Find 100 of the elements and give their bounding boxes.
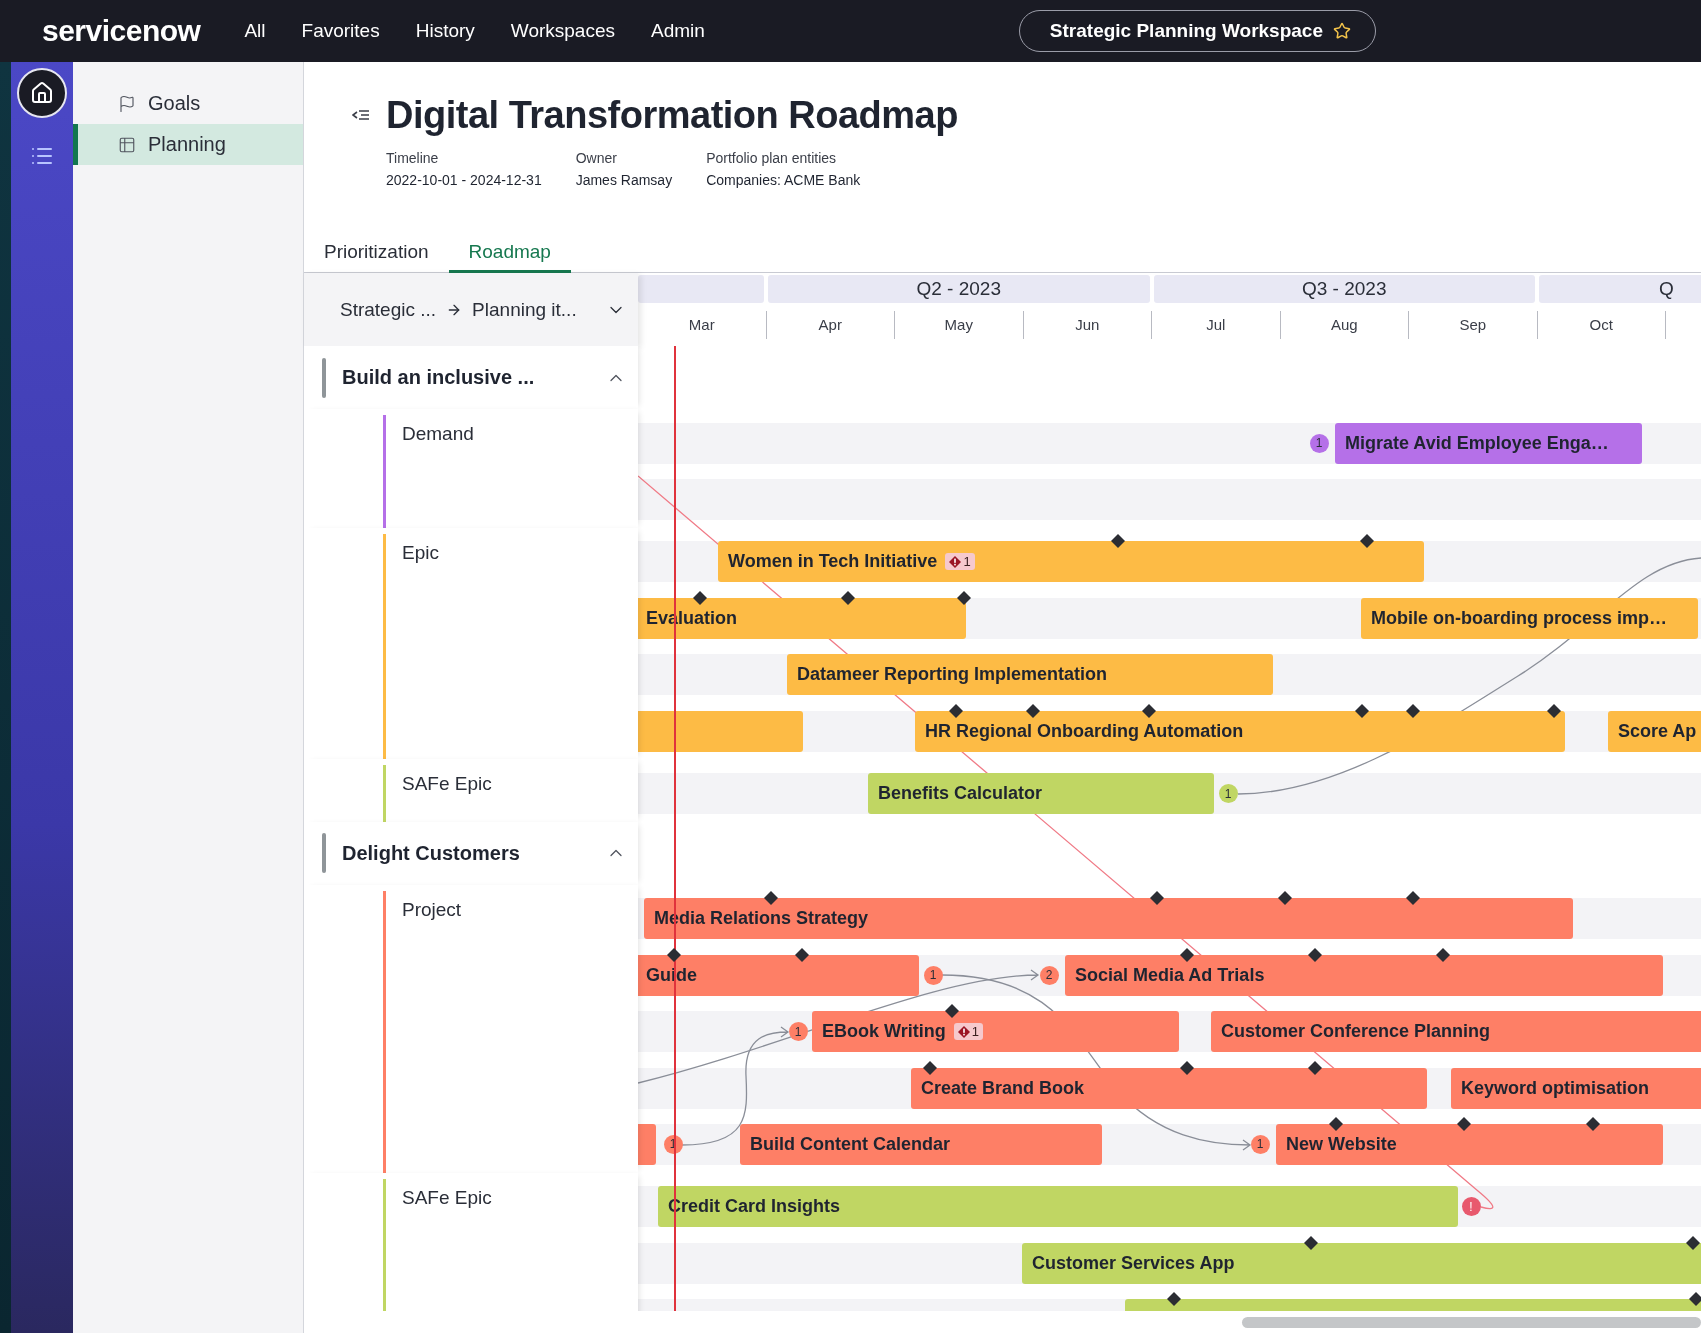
milestone-icon[interactable] xyxy=(1026,703,1040,718)
milestone-icon[interactable] xyxy=(1355,703,1369,718)
timeline-bar[interactable]: Benefits Calculator xyxy=(868,773,1214,815)
milestone-icon[interactable] xyxy=(841,590,855,605)
timeline-bar[interactable]: EBook Writing 1 xyxy=(812,1011,1179,1053)
milestone-icon[interactable] xyxy=(1406,703,1420,718)
milestone-icon[interactable] xyxy=(1167,1292,1181,1307)
timeline-bar[interactable]: Datameer Reporting Implementation xyxy=(787,654,1273,696)
quarter-header-cell: Q xyxy=(1539,275,1701,303)
group-title: Delight Customers xyxy=(342,841,521,865)
section-type-label: Project xyxy=(402,898,462,920)
milestone-icon[interactable] xyxy=(1180,947,1194,962)
section-type-label: Epic xyxy=(402,541,439,563)
dependency-count-badge[interactable]: 2 xyxy=(1039,965,1059,985)
top-menu-link[interactable]: Favorites xyxy=(301,20,380,42)
month-header: Jun xyxy=(1023,310,1152,339)
hierarchy-to: Planning it... xyxy=(472,298,577,321)
meta-value: 2022-10-01 - 2024-12-31 xyxy=(386,171,542,190)
milestone-icon[interactable] xyxy=(923,1060,937,1075)
milestone-icon[interactable] xyxy=(667,947,681,962)
milestone-icon[interactable] xyxy=(1142,703,1156,718)
quarter-header-cell: Q3 - 2023 xyxy=(1153,275,1535,303)
milestone-icon[interactable] xyxy=(957,590,971,605)
top-menu-link[interactable]: Workspaces xyxy=(510,20,615,42)
dependency-count-badge[interactable]: 1 xyxy=(1250,1135,1270,1154)
nav-item[interactable]: Planning xyxy=(73,124,303,165)
dependency-count-badge[interactable]: 1 xyxy=(1309,433,1329,453)
milestone-icon[interactable] xyxy=(1111,534,1125,549)
timeline-bar[interactable]: New Website xyxy=(1276,1124,1663,1165)
warning-diamond-icon xyxy=(949,555,962,568)
month-header: Jul xyxy=(1152,310,1281,339)
risk-count: 1 xyxy=(971,1024,979,1040)
dependency-count-badge[interactable]: 1 xyxy=(923,965,943,985)
timeline-bar[interactable]: Social Media Ad Trials xyxy=(1065,954,1663,996)
month-header: Apr xyxy=(766,310,895,339)
milestone-icon[interactable] xyxy=(693,590,707,605)
timeline-bar[interactable]: Keyword optimisation xyxy=(1451,1067,1701,1109)
milestone-icon[interactable] xyxy=(1360,534,1374,549)
collapse-icon[interactable] xyxy=(352,108,370,122)
dependency-count-badge[interactable]: 1 xyxy=(788,1022,808,1042)
milestone-icon[interactable] xyxy=(1686,1235,1700,1250)
hierarchy-from: Strategic ... xyxy=(340,298,437,321)
home-button[interactable] xyxy=(17,68,67,118)
milestone-icon[interactable] xyxy=(1547,703,1561,718)
risk-count: 1 xyxy=(963,554,971,570)
home-icon xyxy=(30,81,54,105)
milestone-icon[interactable] xyxy=(1329,1117,1343,1131)
timeline-bar[interactable]: Customer Conference Planning xyxy=(1211,1011,1701,1053)
nav-item-label: Goals xyxy=(148,92,201,115)
tab[interactable]: Prioritization xyxy=(304,233,449,273)
top-menu-link[interactable]: History xyxy=(415,20,475,42)
quarter-header-cell: Q2 - 2023 xyxy=(768,275,1150,303)
meta-value: James Ramsay xyxy=(575,171,673,190)
logo[interactable]: servicenow xyxy=(42,14,201,48)
milestone-icon[interactable] xyxy=(1180,1060,1194,1075)
section-type-label: SAFe Epic xyxy=(402,773,492,795)
horizontal-scrollbar[interactable] xyxy=(1242,1316,1701,1328)
timeline-bar[interactable]: Migrate Avid Employee Enga… xyxy=(1335,422,1642,464)
nav-item[interactable]: Goals xyxy=(73,83,303,124)
milestone-icon[interactable] xyxy=(1304,1235,1318,1250)
month-header: Oct xyxy=(1537,310,1666,339)
meta-value: Companies: ACME Bank xyxy=(706,171,861,190)
month-header: Mar xyxy=(638,310,767,339)
timeline-bar[interactable]: Score Ap xyxy=(1608,710,1701,752)
milestone-icon[interactable] xyxy=(1278,891,1292,906)
timeline-bar[interactable]: Mobile on-boarding process imp… xyxy=(1361,597,1698,639)
nav-item-label: Planning xyxy=(148,133,226,156)
table-icon xyxy=(118,135,136,154)
top-menu-link[interactable]: Admin xyxy=(651,20,705,42)
milestone-icon[interactable] xyxy=(795,947,809,962)
meta-label: Timeline xyxy=(386,149,440,168)
milestone-icon[interactable] xyxy=(1406,891,1420,906)
milestone-icon[interactable] xyxy=(1689,1292,1701,1307)
timeline-bar[interactable]: Customer Services App xyxy=(1022,1242,1701,1284)
milestone-icon[interactable] xyxy=(945,1004,959,1019)
hierarchy-dropdown[interactable]: Strategic ... Planning it... xyxy=(304,273,638,346)
milestone-icon[interactable] xyxy=(1457,1117,1471,1131)
section-type-label: SAFe Epic xyxy=(402,1186,492,1208)
flag-icon xyxy=(118,94,136,113)
top-menu-link[interactable]: All xyxy=(244,20,266,42)
dependency-count-badge[interactable]: 1 xyxy=(1218,784,1238,804)
month-header: Sep xyxy=(1409,310,1538,339)
timeline-bar[interactable]: Women in Tech Initiative 1 xyxy=(718,541,1424,583)
milestone-icon[interactable] xyxy=(1308,1060,1322,1075)
milestone-icon[interactable] xyxy=(764,891,778,906)
timeline-bar[interactable]: Build Content Calendar xyxy=(740,1124,1102,1165)
timeline-bar[interactable]: Media Relations Strategy xyxy=(644,898,1573,940)
page-title: Digital Transformation Roadmap xyxy=(386,93,958,138)
timeline-bar[interactable]: HR Regional Onboarding Automation xyxy=(915,710,1565,752)
milestone-icon[interactable] xyxy=(1436,947,1450,962)
milestone-icon[interactable] xyxy=(1150,891,1164,906)
month-header: May xyxy=(895,310,1024,339)
milestone-icon[interactable] xyxy=(1308,947,1322,962)
meta-label: Portfolio plan entities xyxy=(706,149,838,168)
milestone-icon[interactable] xyxy=(1586,1117,1600,1131)
timeline-bar[interactable]: Create Brand Book xyxy=(911,1067,1427,1109)
section-type-label: Demand xyxy=(402,423,474,444)
timeline-bar[interactable]: Guide xyxy=(638,954,919,996)
star-icon xyxy=(1333,22,1351,40)
milestone-icon[interactable] xyxy=(949,703,963,718)
